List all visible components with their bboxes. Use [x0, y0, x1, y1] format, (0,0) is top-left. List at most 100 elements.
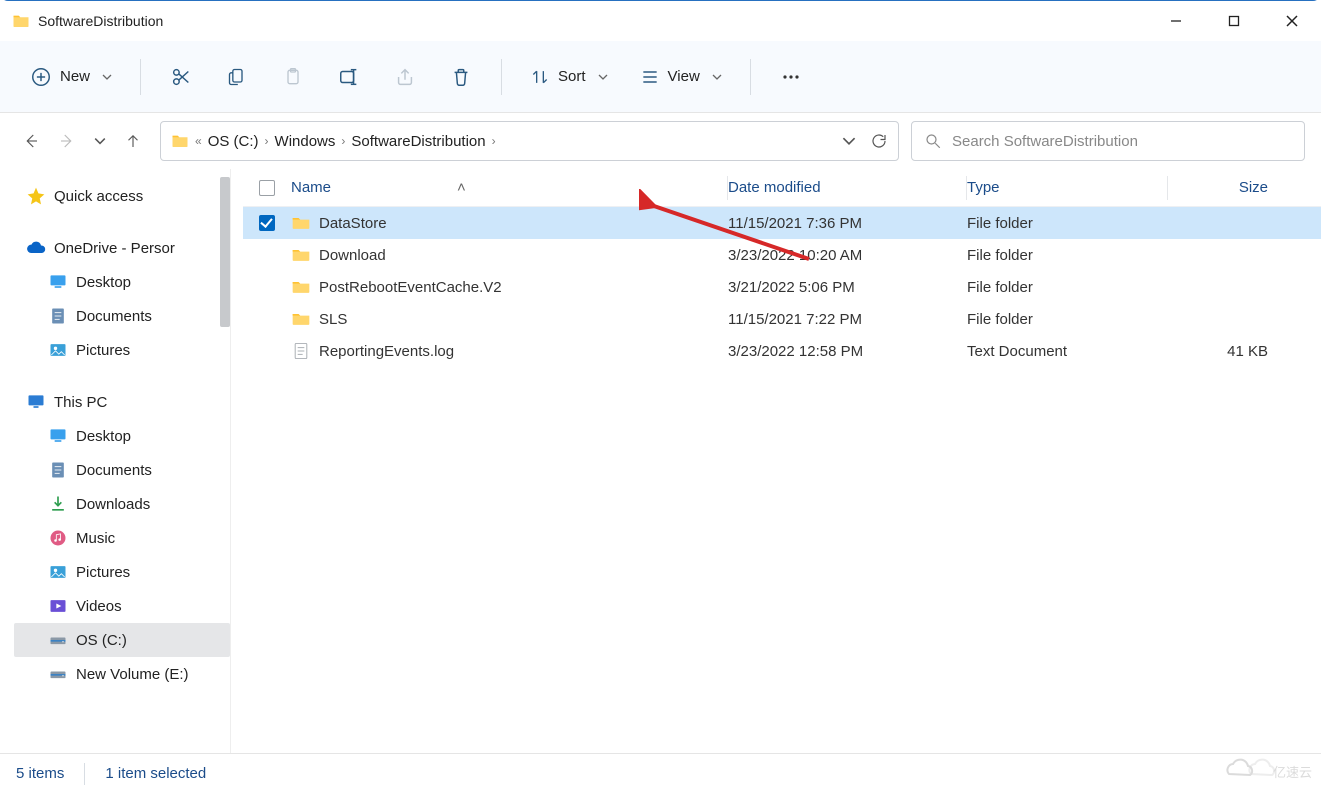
- breadcrumb-item[interactable]: SoftwareDistribution: [351, 133, 485, 150]
- scissors-icon: [170, 66, 192, 88]
- address-dropdown-button[interactable]: [842, 134, 856, 148]
- main-area: Quick access OneDrive - Persor Desktop Do…: [0, 169, 1321, 753]
- file-date: 11/15/2021 7:22 PM: [728, 311, 966, 328]
- star-icon: [26, 186, 46, 206]
- sidebar-item-os-c-[interactable]: OS (C:): [14, 623, 230, 657]
- view-button[interactable]: View: [630, 55, 732, 99]
- watermark: 亿速云: [1225, 756, 1315, 786]
- list-icon: [640, 67, 660, 87]
- file-date: 3/23/2022 10:20 AM: [728, 247, 966, 264]
- scrollbar-thumb[interactable]: [220, 177, 230, 327]
- copy-icon: [227, 66, 247, 88]
- table-row[interactable]: ReportingEvents.log 3/23/2022 12:58 PMTex…: [243, 335, 1321, 367]
- view-label: View: [668, 68, 700, 85]
- back-button[interactable]: [22, 132, 40, 150]
- new-button[interactable]: New: [20, 55, 122, 99]
- sidebar-item-onedrive[interactable]: OneDrive - Persor: [14, 231, 230, 265]
- chevron-right-icon: ›: [492, 134, 496, 148]
- copy-button[interactable]: [215, 55, 259, 99]
- row-checkbox[interactable]: [259, 215, 275, 231]
- column-header-name[interactable]: Name ˄: [291, 179, 727, 196]
- file-name: Download: [319, 247, 386, 264]
- share-icon: [394, 66, 416, 88]
- sidebar-item-label: Pictures: [76, 564, 130, 581]
- more-button[interactable]: [769, 55, 813, 99]
- sidebar-item-label: Downloads: [76, 496, 150, 513]
- sidebar-item-videos[interactable]: Videos: [14, 589, 230, 623]
- sidebar-item-pictures[interactable]: Pictures: [14, 555, 230, 589]
- sidebar-item-label: Videos: [76, 598, 122, 615]
- file-name: ReportingEvents.log: [319, 343, 454, 360]
- sidebar-item-label: OneDrive - Persor: [54, 240, 175, 257]
- breadcrumb-item[interactable]: OS (C:): [208, 133, 259, 150]
- recent-locations-button[interactable]: [94, 132, 106, 150]
- sidebar-item-desktop[interactable]: Desktop: [14, 419, 230, 453]
- nav-arrows: [16, 132, 148, 150]
- delete-button[interactable]: [439, 55, 483, 99]
- search-icon: [924, 132, 942, 150]
- paste-button[interactable]: [271, 55, 315, 99]
- status-separator: [84, 763, 85, 785]
- file-type: Text Document: [967, 343, 1167, 360]
- up-button[interactable]: [124, 132, 142, 150]
- file-type: File folder: [967, 279, 1167, 296]
- breadcrumb-root: «: [195, 134, 202, 148]
- sidebar-item-this-pc[interactable]: This PC: [14, 385, 230, 419]
- sidebar-item-label: Quick access: [54, 188, 143, 205]
- column-header-date[interactable]: Date modified: [728, 179, 966, 196]
- column-header-size[interactable]: Size: [1168, 179, 1288, 196]
- sidebar-item-music[interactable]: Music: [14, 521, 230, 555]
- folder-icon: [12, 12, 30, 30]
- sidebar-item-label: Desktop: [76, 274, 131, 291]
- sort-label: Sort: [558, 68, 586, 85]
- select-all-checkbox[interactable]: [259, 180, 275, 196]
- minimize-button[interactable]: [1147, 1, 1205, 41]
- sidebar-item-desktop[interactable]: Desktop: [14, 265, 230, 299]
- close-button[interactable]: [1263, 1, 1321, 41]
- table-row[interactable]: DataStore11/15/2021 7:36 PMFile folder: [243, 207, 1321, 239]
- file-date: 3/23/2022 12:58 PM: [728, 343, 966, 360]
- column-header-row: Name ˄ Date modified Type Size: [243, 169, 1321, 207]
- chevron-down-icon: [598, 72, 608, 82]
- table-row[interactable]: Download 3/23/2022 10:20 AMFile folder: [243, 239, 1321, 271]
- monitor-icon: [26, 392, 46, 412]
- forward-button[interactable]: [58, 132, 76, 150]
- sidebar-item-label: OS (C:): [76, 632, 127, 649]
- file-type: File folder: [967, 311, 1167, 328]
- sidebar-item-label: Documents: [76, 462, 152, 479]
- maximize-button[interactable]: [1205, 1, 1263, 41]
- address-bar[interactable]: « OS (C:) › Windows › SoftwareDistributi…: [160, 121, 899, 161]
- plus-circle-icon: [30, 66, 52, 88]
- sidebar-item-pictures[interactable]: Pictures: [14, 333, 230, 367]
- window-controls: [1147, 1, 1321, 41]
- sidebar-item-label: New Volume (E:): [76, 666, 189, 683]
- refresh-button[interactable]: [870, 132, 888, 150]
- toolbar-separator: [140, 59, 141, 95]
- search-input[interactable]: [952, 133, 1292, 150]
- rename-icon: [338, 66, 360, 88]
- sidebar-item-label: Desktop: [76, 428, 131, 445]
- sort-button[interactable]: Sort: [520, 55, 618, 99]
- sidebar-item-downloads[interactable]: Downloads: [14, 487, 230, 521]
- column-header-type[interactable]: Type: [967, 179, 1167, 196]
- new-label: New: [60, 68, 90, 85]
- sidebar-item-new-volume-e-[interactable]: New Volume (E:): [14, 657, 230, 691]
- chevron-down-icon: [712, 72, 722, 82]
- file-date: 3/21/2022 5:06 PM: [728, 279, 966, 296]
- sidebar-scrollbar[interactable]: [216, 173, 230, 757]
- rename-button[interactable]: [327, 55, 371, 99]
- file-list: Name ˄ Date modified Type Size DataStore…: [230, 169, 1321, 753]
- cut-button[interactable]: [159, 55, 203, 99]
- sort-indicator-icon: ˄: [457, 179, 466, 196]
- search-box[interactable]: [911, 121, 1305, 161]
- file-name: PostRebootEventCache.V2: [319, 279, 502, 296]
- file-type: File folder: [967, 247, 1167, 264]
- sidebar-item-documents[interactable]: Documents: [14, 299, 230, 333]
- breadcrumb-item[interactable]: Windows: [275, 133, 336, 150]
- sidebar-item-documents[interactable]: Documents: [14, 453, 230, 487]
- table-row[interactable]: SLS11/15/2021 7:22 PMFile folder: [243, 303, 1321, 335]
- share-button[interactable]: [383, 55, 427, 99]
- status-selected-count: 1 item selected: [105, 765, 206, 782]
- sidebar-item-quick-access[interactable]: Quick access: [14, 179, 230, 213]
- table-row[interactable]: PostRebootEventCache.V2 3/21/2022 5:06 PM…: [243, 271, 1321, 303]
